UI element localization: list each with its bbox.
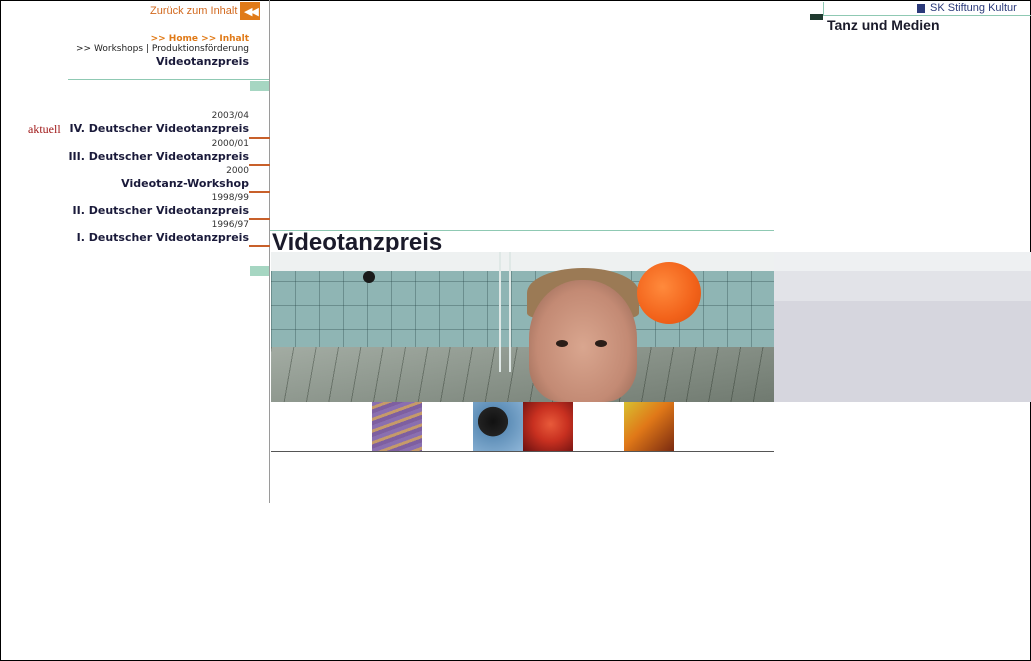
hero-face xyxy=(529,280,637,402)
breadcrumb-sub: >> Workshops | Produktionsförderung xyxy=(76,44,249,54)
nav-item-year: 2000 xyxy=(226,166,249,176)
brand-divider xyxy=(823,2,824,16)
nav-item-i-videotanzpreis[interactable]: 1996/97 I. Deutscher Videotanzpreis xyxy=(77,220,249,245)
thumbnail-purple[interactable] xyxy=(372,402,422,451)
breadcrumb-prefix: >> xyxy=(76,44,92,54)
hero-floor xyxy=(271,347,774,402)
nav-item-year: 2000/01 xyxy=(211,139,249,149)
page-title: Videotanzpreis xyxy=(272,229,443,252)
hero-eye-left xyxy=(556,340,568,347)
banner-strip-bottom xyxy=(774,301,1031,402)
nav-item-year: 1996/97 xyxy=(211,220,249,230)
thumbnail-hair[interactable] xyxy=(473,402,523,451)
nav-item-title[interactable]: II. Deutscher Videotanzpreis xyxy=(73,204,249,218)
thumbnail-ear[interactable] xyxy=(523,402,573,451)
nav-item-year: 1998/99 xyxy=(211,193,249,203)
hero-orange-ball xyxy=(637,262,701,324)
hero-top-fade xyxy=(271,252,774,271)
brand-square-icon xyxy=(917,4,925,13)
hero-image xyxy=(271,252,774,402)
nav-divider xyxy=(68,79,270,80)
nav-item-marker xyxy=(249,245,270,247)
nav-tab-marker-bottom xyxy=(250,266,270,276)
column-divider xyxy=(269,0,270,503)
nav-item-ii-videotanzpreis[interactable]: 1998/99 II. Deutscher Videotanzpreis xyxy=(73,193,249,218)
section-square-icon xyxy=(810,14,823,20)
thumbnail-hand[interactable] xyxy=(624,402,674,451)
section-title: Tanz und Medien xyxy=(827,17,940,33)
nav-item-marker xyxy=(249,218,270,220)
banner-strip-top xyxy=(774,252,1031,271)
breadcrumb-separator: | xyxy=(145,44,149,54)
nav-item-marker xyxy=(249,164,270,166)
double-chevron-left-icon[interactable]: ◀◀ xyxy=(240,2,261,20)
nav-item-title[interactable]: I. Deutscher Videotanzpreis xyxy=(77,231,249,245)
nav-tab-marker xyxy=(250,81,270,91)
nav-item-videotanz-workshop[interactable]: 2000 Videotanz-Workshop xyxy=(121,166,249,191)
hero-eye-right xyxy=(595,340,607,347)
nav-item-marker xyxy=(249,191,270,193)
nav-item-iv-videotanzpreis[interactable]: 2003/04 IV. Deutscher Videotanzpreis xyxy=(70,111,249,136)
breadcrumb-inhalt[interactable]: >> Inhalt xyxy=(201,34,249,44)
thumbnail-baseline xyxy=(271,451,774,452)
breadcrumb-workshops[interactable]: Workshops xyxy=(94,44,143,54)
hero-drain xyxy=(363,271,375,283)
nav-item-title[interactable]: Videotanz-Workshop xyxy=(121,177,249,191)
nav-item-year: 2003/04 xyxy=(211,111,249,121)
back-label: Zurück zum Inhalt xyxy=(150,5,238,17)
brand-underline xyxy=(824,15,1031,16)
hero-ladder xyxy=(499,252,511,372)
nav-item-marker xyxy=(249,137,270,139)
page-subtitle: Videotanzpreis xyxy=(156,55,249,68)
breadcrumb-home[interactable]: >> Home xyxy=(151,34,198,44)
aktuell-label: aktuell xyxy=(28,122,61,136)
nav-item-title[interactable]: III. Deutscher Videotanzpreis xyxy=(68,150,249,164)
thumbnail-row xyxy=(271,402,774,451)
banner-strip-mid xyxy=(774,271,1031,301)
brand-name[interactable]: SK Stiftung Kultur xyxy=(930,2,1017,14)
breadcrumb-produktion[interactable]: Produktionsförderung xyxy=(152,44,249,54)
nav-item-iii-videotanzpreis[interactable]: 2000/01 III. Deutscher Videotanzpreis xyxy=(68,139,249,164)
breadcrumb-top: >> Home >> Inhalt xyxy=(151,34,249,44)
back-to-contents-link[interactable]: Zurück zum Inhalt ◀◀ xyxy=(150,2,261,20)
nav-item-title[interactable]: IV. Deutscher Videotanzpreis xyxy=(70,122,249,136)
